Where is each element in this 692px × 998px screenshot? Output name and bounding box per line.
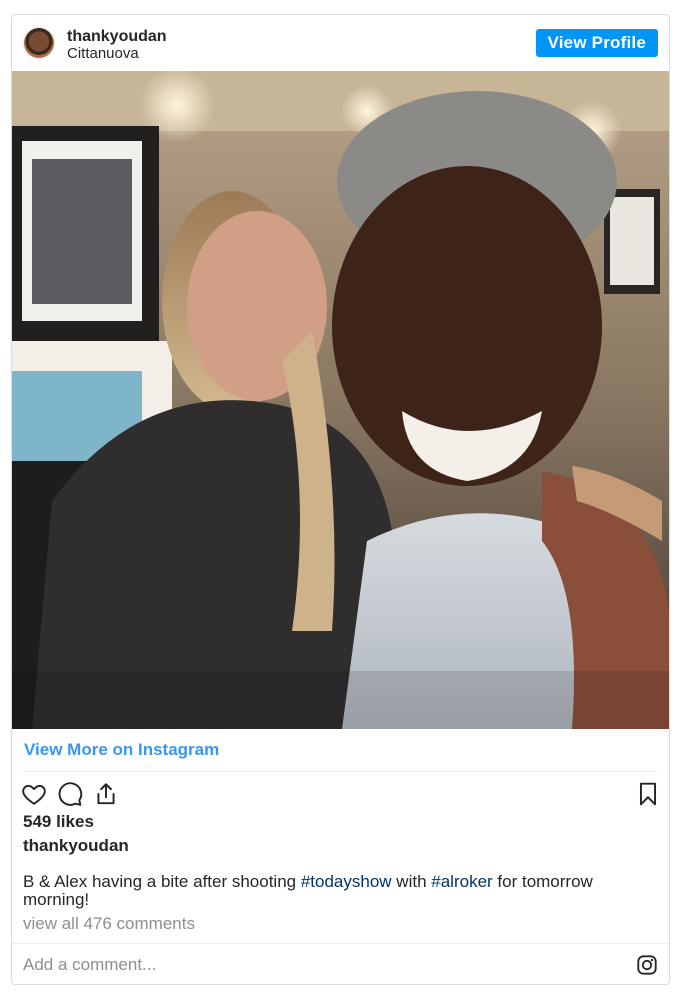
view-comments-link[interactable]: view all 476 comments: [23, 914, 195, 934]
action-bar: [12, 777, 669, 811]
instagram-icon[interactable]: [636, 954, 658, 976]
comment-icon[interactable]: [57, 781, 83, 807]
photo-illustration: [12, 71, 669, 729]
header-username[interactable]: thankyoudan: [67, 28, 167, 46]
caption-part: B & Alex having a bite after shooting: [23, 872, 301, 891]
avatar[interactable]: [24, 28, 54, 58]
post-photo[interactable]: [12, 71, 669, 729]
post-header: thankyoudan Cittanuova View Profile: [12, 15, 669, 71]
likes-count[interactable]: 549 likes: [23, 812, 94, 832]
view-profile-button[interactable]: View Profile: [535, 29, 658, 57]
divider: [12, 943, 669, 944]
comment-input[interactable]: [23, 952, 583, 978]
bookmark-icon[interactable]: [635, 781, 661, 807]
view-more-link[interactable]: View More on Instagram: [24, 740, 219, 760]
divider: [23, 771, 658, 772]
instagram-embed-card: thankyoudan Cittanuova View Profile View…: [11, 14, 670, 985]
heart-icon[interactable]: [21, 781, 47, 807]
hashtag-link[interactable]: #todayshow: [301, 872, 392, 891]
caption-text: B & Alex having a bite after shooting #t…: [23, 873, 643, 909]
caption-username[interactable]: thankyoudan: [23, 836, 129, 856]
share-icon[interactable]: [93, 781, 119, 807]
caption-part: with: [391, 872, 432, 891]
hashtag-link[interactable]: #alroker: [431, 872, 492, 891]
header-location[interactable]: Cittanuova: [67, 45, 139, 62]
